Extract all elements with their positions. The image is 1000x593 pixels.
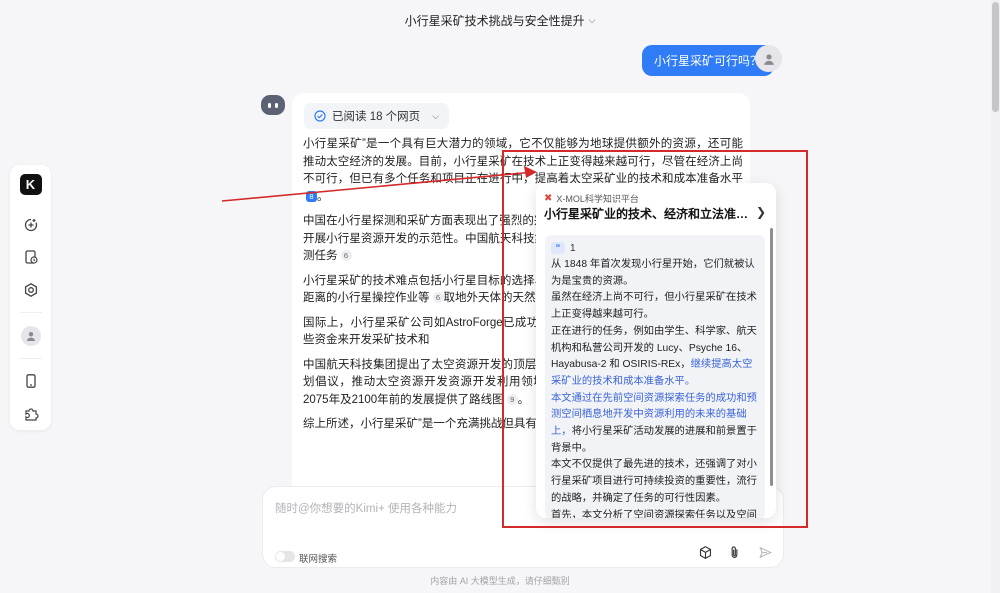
phone-icon[interactable] [20,371,42,392]
sidebar-divider [19,357,42,359]
chevron-down-icon: ⌵ [588,14,596,25]
ai-disclaimer: 内容由 AI 大模型生成，请仔细甄别 [430,576,570,586]
citation-badge[interactable]: 8 [306,190,317,202]
paperclip-icon[interactable] [724,542,744,562]
conversation-title: 小行星采矿技术挑战与安全性提升 [404,13,585,28]
read-sources-label: 已阅读 18 个网页 [332,111,421,123]
chat-input-placeholder[interactable]: 随时@你想要的Kimi+ 使用各种能力 [275,500,457,516]
check-circle-icon [314,110,326,122]
read-sources-button[interactable]: 已阅读 18 个网页 ⌵ [304,103,450,129]
sidebar-divider [19,312,42,314]
kimi-avatar [261,95,285,115]
new-chat-icon[interactable] [20,215,42,236]
chevron-down-icon: ⌵ [432,110,440,121]
citation-badge[interactable]: 6 [432,292,444,304]
cube-icon[interactable] [695,542,715,562]
user-message-text: 小行星采矿可行吗？ [654,54,763,68]
kimi-logo-icon[interactable]: K [19,174,42,195]
user-icon [20,325,41,346]
account-button[interactable] [20,325,42,346]
annotation-highlight-box [502,150,808,528]
page-scrollbar[interactable] [991,0,1000,593]
user-icon [763,53,774,65]
plugin-icon[interactable] [20,403,42,424]
history-icon[interactable] [20,247,42,268]
citation-badge[interactable]: 6 [340,250,352,262]
left-sidebar: K [10,165,51,430]
web-search-label: 联网搜索 [299,554,338,565]
send-icon[interactable] [755,542,775,562]
kimi-plus-icon[interactable] [20,280,42,301]
conversation-title-bar[interactable]: 小行星采矿技术挑战与安全性提升 ⌵ [0,0,1000,40]
page-scrollbar-thumb[interactable] [992,2,999,112]
user-avatar [755,45,782,72]
web-search-toggle[interactable] [275,551,295,562]
